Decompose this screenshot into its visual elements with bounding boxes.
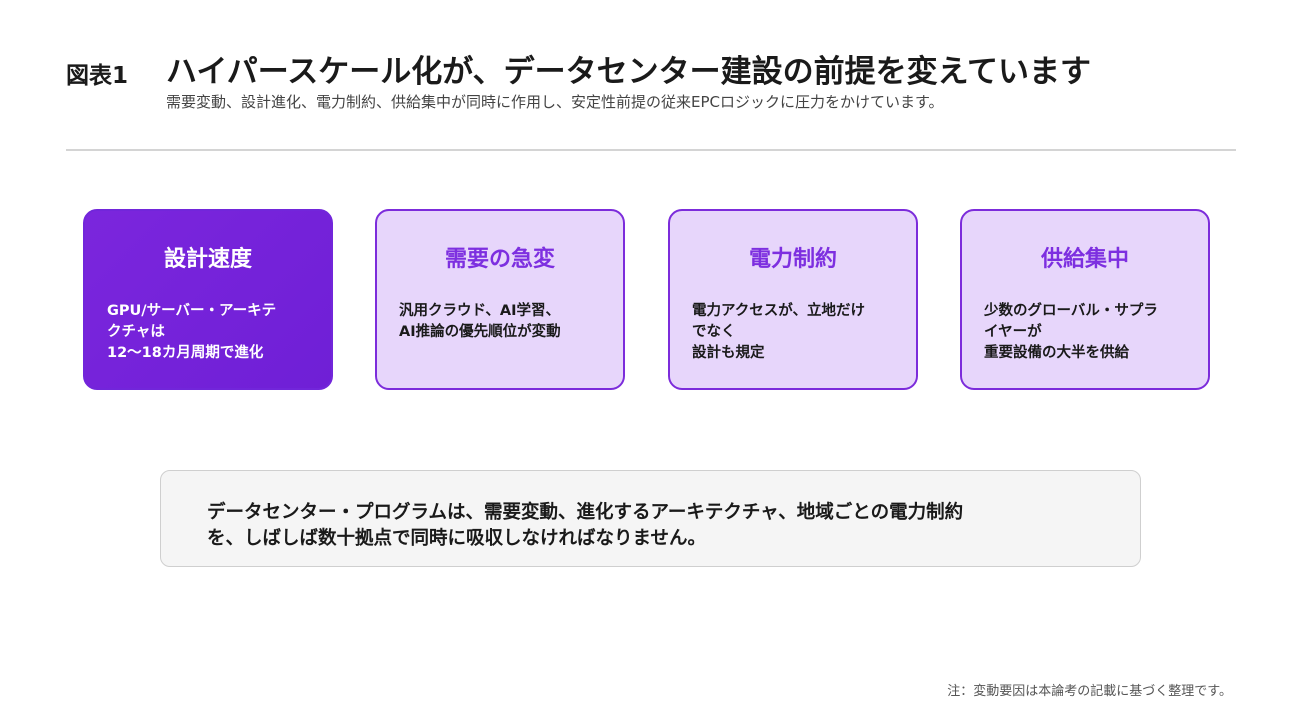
card-body: 少数のグローバル・サプラ イヤーが 重要設備の大半を供給	[984, 303, 1158, 361]
figure-label: 図表1	[66, 63, 129, 89]
card-supply-concentration: 供給集中 少数のグローバル・サプラ イヤーが 重要設備の大半を供給	[960, 209, 1210, 390]
card-title: 電力制約	[748, 247, 837, 272]
slide: 図表1 ハイパースケール化が、データセンター建設の前提を変えています 需要変動、…	[0, 0, 1300, 722]
card-title: 需要の急変	[444, 247, 555, 272]
card-title: 供給集中	[1040, 247, 1129, 272]
footnote: 注：変動要因は本論考の記載に基づく整理です。	[947, 684, 1232, 699]
page-subtitle: 需要変動、設計進化、電力制約、供給集中が同時に作用し、安定性前提の従来EPCロジ…	[166, 93, 944, 111]
header-divider	[66, 149, 1236, 151]
card-body: GPU/サーバー・アーキテ クチャは 12〜18カ月周期で進化	[107, 303, 277, 361]
summary-callout: データセンター・プログラムは、需要変動、進化するアーキテクチャ、地域ごとの電力制…	[160, 470, 1141, 567]
page-title: ハイパースケール化が、データセンター建設の前提を変えています	[166, 54, 1092, 90]
card-power-constraint: 電力制約 電力アクセスが、立地だけ でなく 設計も規定	[668, 209, 918, 390]
factor-cards: 設計速度 GPU/サーバー・アーキテ クチャは 12〜18カ月周期で進化 需要の…	[83, 209, 1210, 390]
card-demand-shift: 需要の急変 汎用クラウド、AI学習、 AI推論の優先順位が変動	[375, 209, 625, 390]
card-design-speed: 設計速度 GPU/サーバー・アーキテ クチャは 12〜18カ月周期で進化	[83, 209, 333, 390]
card-title: 設計速度	[163, 247, 252, 272]
card-body: 汎用クラウド、AI学習、 AI推論の優先順位が変動	[399, 303, 561, 340]
card-body: 電力アクセスが、立地だけ でなく 設計も規定	[692, 303, 865, 361]
callout-text: データセンター・プログラムは、需要変動、進化するアーキテクチャ、地域ごとの電力制…	[207, 502, 964, 549]
